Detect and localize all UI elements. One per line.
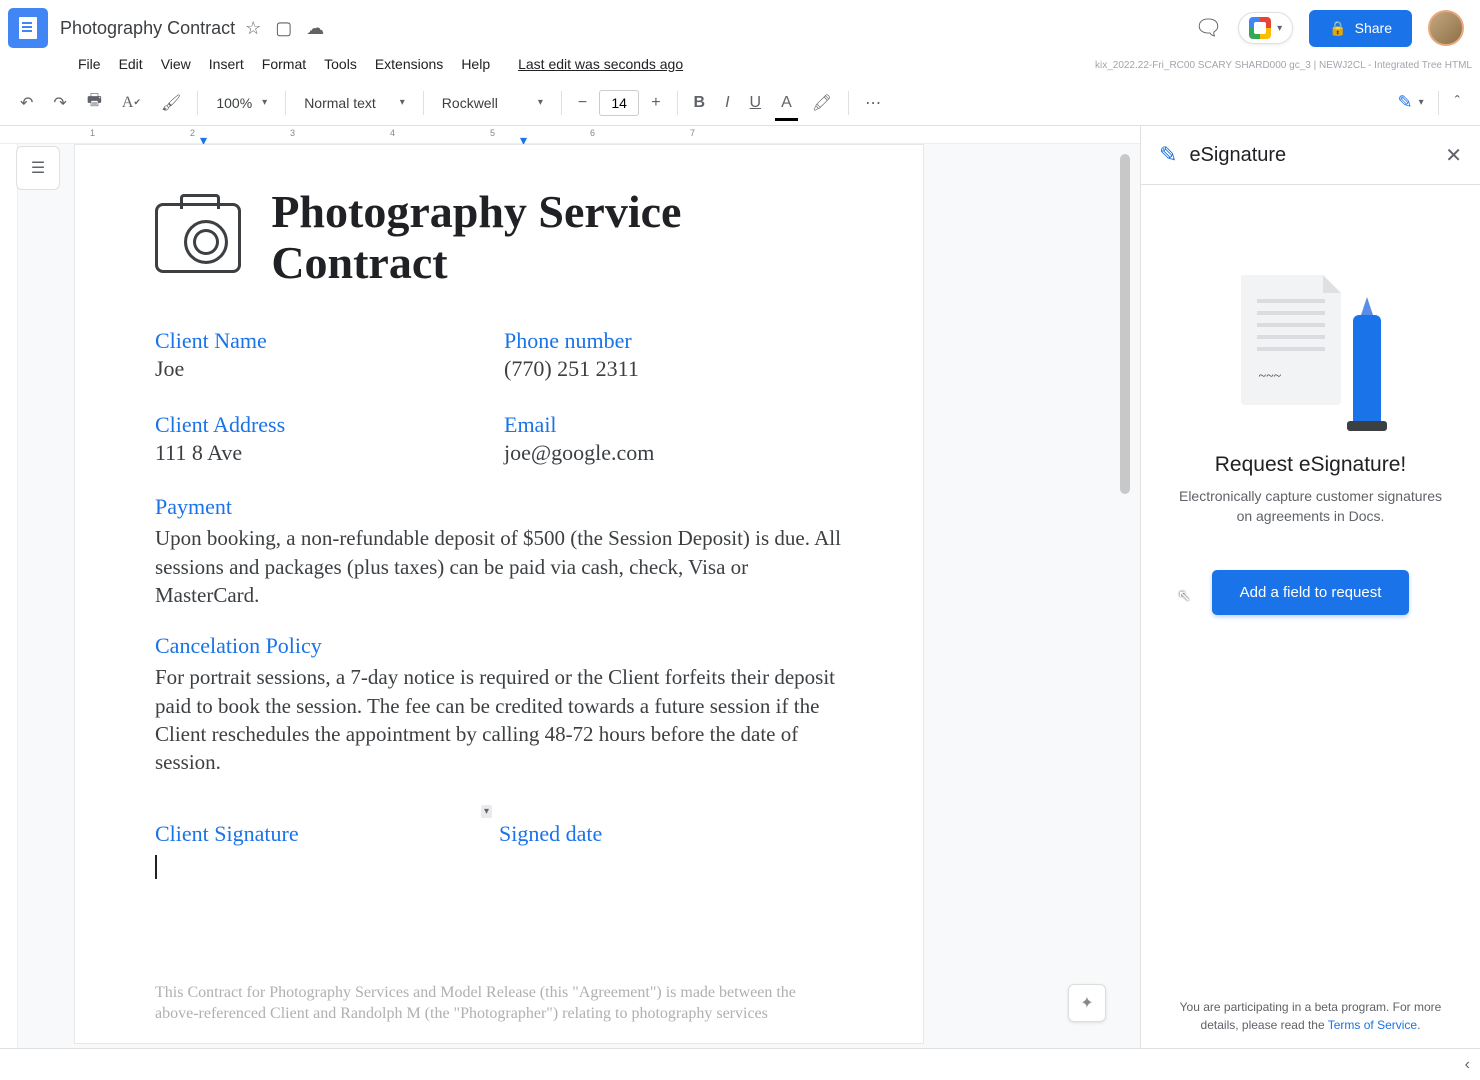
ruler-tick: 3	[290, 128, 295, 138]
document-page[interactable]: Photography Service Contract Client Name…	[74, 144, 924, 1044]
meet-button[interactable]: ▾	[1238, 12, 1293, 44]
menu-format[interactable]: Format	[254, 52, 314, 76]
signature-label: Client Signature	[155, 821, 499, 847]
print-button[interactable]: 🖶	[79, 83, 110, 122]
paragraph-style-select[interactable]: Normal text ▾	[294, 91, 415, 115]
menu-edit[interactable]: Edit	[111, 52, 151, 76]
font-select[interactable]: Rockwell ▾	[432, 91, 553, 115]
chevron-down-icon: ▾	[538, 97, 543, 108]
cancel-label: Cancelation Policy	[155, 633, 843, 659]
sidepanel-title: eSignature	[1189, 144, 1286, 167]
more-tools-button[interactable]: ⋯	[857, 87, 889, 119]
comments-icon[interactable]: 🗨	[1194, 15, 1222, 41]
sidepanel-description: Electronically capture customer signatur…	[1171, 487, 1450, 526]
zoom-value: 100%	[216, 95, 252, 111]
document-title[interactable]: Photography Contract	[60, 18, 235, 39]
phone-label: Phone number	[504, 328, 843, 354]
underline-button[interactable]: U	[742, 88, 770, 118]
editing-mode-select[interactable]: ✎ ▾	[1392, 88, 1430, 117]
undo-button[interactable]: ↶	[12, 87, 41, 119]
payment-text: Upon booking, a non-refundable deposit o…	[155, 524, 843, 609]
zoom-select[interactable]: 100% ▾	[206, 91, 277, 115]
footer-text: This Contract for Photography Services a…	[155, 983, 843, 1025]
smart-chip-handle-icon[interactable]: ▾	[481, 805, 492, 818]
email-value: joe@google.com	[504, 440, 843, 466]
highlight-button[interactable]: 🖍	[804, 87, 840, 119]
menu-help[interactable]: Help	[453, 52, 498, 76]
payment-label: Payment	[155, 494, 843, 520]
increase-font-button[interactable]: +	[643, 88, 668, 118]
client-name-label: Client Name	[155, 328, 494, 354]
scrollbar-thumb[interactable]	[1120, 154, 1130, 494]
ruler-tick: 6	[590, 128, 595, 138]
spellcheck-button[interactable]: A✔	[114, 88, 149, 118]
address-value: 111 8 Ave	[155, 440, 494, 466]
star-icon[interactable]: ☆	[245, 18, 261, 39]
chevron-down-icon: ▾	[400, 97, 405, 108]
menu-extensions[interactable]: Extensions	[367, 52, 451, 76]
chevron-down-icon: ▾	[1419, 97, 1424, 108]
italic-button[interactable]: I	[717, 88, 737, 118]
last-edit-link[interactable]: Last edit was seconds ago	[510, 52, 691, 76]
esignature-logo-icon: ✎	[1159, 142, 1177, 168]
bold-button[interactable]: B	[686, 88, 714, 118]
menu-insert[interactable]: Insert	[201, 52, 252, 76]
show-side-panel-button[interactable]: ‹	[1465, 1056, 1470, 1074]
chevron-down-icon: ▾	[262, 97, 267, 108]
docs-logo-icon[interactable]	[8, 8, 48, 48]
esignature-sidepanel: ✎ eSignature ✕ ~~~ Request eSignature! E…	[1140, 126, 1480, 1048]
cloud-status-icon[interactable]: ☁	[306, 18, 324, 39]
sidepanel-footer: You are participating in a beta program.…	[1141, 998, 1480, 1048]
ruler-tick: 5	[490, 128, 495, 138]
add-field-button[interactable]: ↖ Add a field to request	[1212, 570, 1410, 615]
camera-icon	[155, 203, 241, 273]
pencil-icon: ✎	[1398, 92, 1413, 113]
add-field-label: Add a field to request	[1240, 584, 1382, 601]
font-size-input[interactable]: 14	[599, 90, 639, 116]
close-sidepanel-button[interactable]: ✕	[1445, 143, 1462, 168]
explore-button[interactable]: ✦	[1068, 984, 1106, 1022]
email-label: Email	[504, 412, 843, 438]
share-label: Share	[1355, 20, 1392, 36]
outline-toggle-button[interactable]: ☰	[16, 146, 60, 190]
text-color-button[interactable]: A	[773, 88, 800, 118]
date-label: Signed date	[499, 821, 843, 847]
account-avatar[interactable]	[1428, 10, 1464, 46]
build-info-text: kix_2022.22-Fri_RC00 SCARY SHARD000 gc_3…	[1095, 60, 1472, 71]
address-label: Client Address	[155, 412, 494, 438]
lock-icon: 🔒	[1329, 20, 1346, 37]
ruler-tick: 2	[190, 128, 195, 138]
menu-file[interactable]: File	[70, 52, 109, 76]
text-cursor	[155, 855, 157, 879]
ruler-tick: 4	[390, 128, 395, 138]
move-icon[interactable]: ▢	[275, 18, 292, 39]
meet-logo-icon	[1249, 17, 1271, 39]
sidepanel-heading: Request eSignature!	[1215, 453, 1406, 477]
redo-button[interactable]: ↷	[45, 87, 74, 119]
ruler-tick: 1	[90, 128, 95, 138]
client-name-value: Joe	[155, 356, 494, 382]
vertical-ruler[interactable]	[0, 144, 18, 1048]
ruler-tick: 7	[690, 128, 695, 138]
cancel-text: For portrait sessions, a 7-day notice is…	[155, 663, 843, 776]
font-value: Rockwell	[442, 95, 498, 111]
horizontal-ruler[interactable]: 1 2 3 4 5 6 7 ▾ ▾	[0, 126, 1140, 144]
menu-view[interactable]: View	[153, 52, 199, 76]
phone-value: (770) 251 2311	[504, 356, 843, 382]
vertical-scrollbar[interactable]	[1120, 144, 1134, 1048]
footer-posttext: .	[1417, 1018, 1420, 1032]
menu-tools[interactable]: Tools	[316, 52, 365, 76]
document-heading: Photography Service Contract	[271, 187, 843, 288]
decrease-font-button[interactable]: −	[570, 88, 595, 118]
share-button[interactable]: 🔒 Share	[1309, 10, 1412, 47]
chevron-down-icon: ▾	[1277, 23, 1282, 34]
mouse-cursor-icon: ↖	[1178, 586, 1191, 606]
style-value: Normal text	[304, 95, 376, 111]
collapse-toolbar-button[interactable]: ˆ	[1447, 88, 1468, 118]
esignature-illustration: ~~~	[1241, 275, 1381, 425]
paint-format-button[interactable]: 🖌	[153, 87, 189, 119]
terms-link[interactable]: Terms of Service	[1328, 1018, 1417, 1032]
